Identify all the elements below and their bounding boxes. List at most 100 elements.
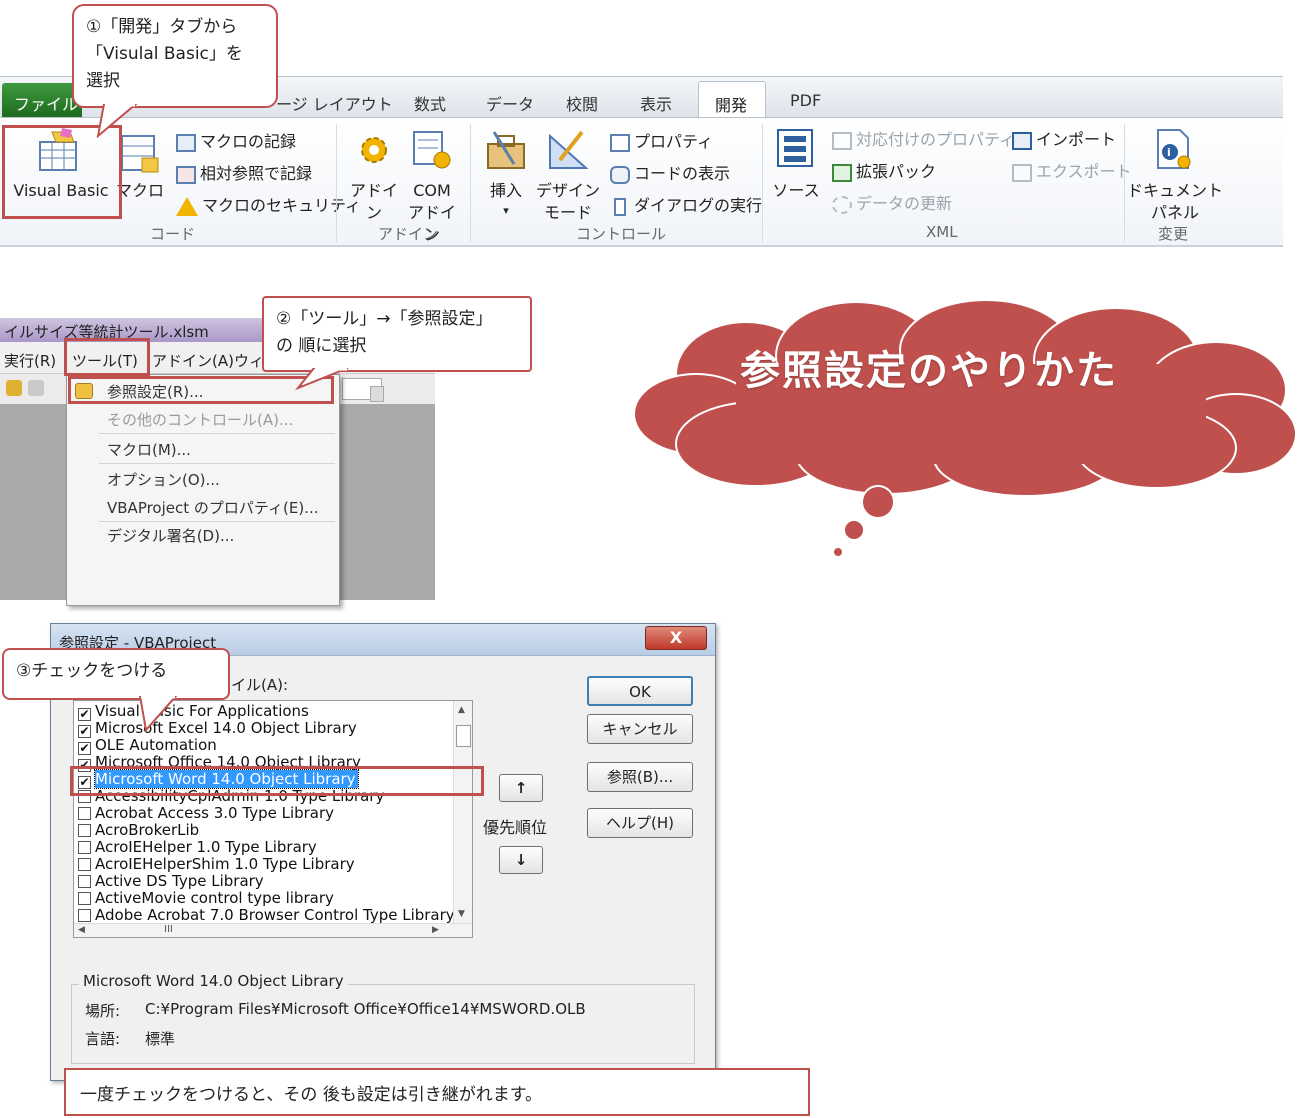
refresh-data-label: データの更新 <box>856 194 953 213</box>
reference-name: AcroIEHelper 1.0 Type Library <box>95 838 317 856</box>
callout-step-1-line-3: 選択 <box>86 71 120 91</box>
close-button[interactable]: X <box>645 626 707 650</box>
menu-item-additional-controls[interactable]: その他のコントロール(A)... <box>107 409 293 430</box>
view-code-icon <box>610 165 630 184</box>
relative-reference-button[interactable]: 相対参照で記録 <box>176 160 312 184</box>
vertical-scrollbar[interactable]: ▲ ▼ <box>453 701 472 923</box>
tab-formulas[interactable]: 数式 <box>414 91 446 115</box>
expansion-packs-icon <box>832 163 852 182</box>
checkbox-icon[interactable] <box>78 892 91 905</box>
refresh-data-button[interactable]: データの更新 <box>832 190 952 214</box>
browse-button[interactable]: 参照(B)... <box>587 762 693 792</box>
expansion-packs-button[interactable]: 拡張パック <box>832 158 936 182</box>
view-code-label: コードの表示 <box>634 164 731 183</box>
tab-pdf[interactable]: PDF <box>790 91 821 110</box>
callout-step-1-line-1: ①「開発」タブから <box>86 17 238 37</box>
run-dialog-button[interactable]: ダイアログの実行 <box>610 192 762 216</box>
insert-control-button[interactable]: 挿入 ▾ <box>478 122 534 222</box>
checkbox-icon[interactable] <box>78 807 91 820</box>
com-addin-icon <box>413 131 451 169</box>
cloud-title: 参照設定のやりかた <box>740 348 1118 394</box>
document-panel-label-1: ドキュメント <box>1126 181 1223 200</box>
macro-label: マクロ <box>116 181 165 200</box>
reference-row[interactable]: AcroIEHelperShim 1.0 Type Library <box>78 856 355 873</box>
menu-addins[interactable]: アドイン(A) <box>152 350 234 371</box>
scroll-down-arrow[interactable]: ▼ <box>458 909 465 919</box>
scroll-up-arrow[interactable]: ▲ <box>458 705 465 715</box>
toolbar-dropdown-arrow[interactable] <box>370 386 384 402</box>
export-button[interactable]: エクスポート <box>1012 158 1132 182</box>
tab-review[interactable]: 校閲 <box>566 91 598 115</box>
macro-security-button[interactable]: マクロのセキュリティ <box>176 192 361 216</box>
checkbox-icon[interactable] <box>78 841 91 854</box>
reference-row[interactable]: ✔ Visual Basic For Applications <box>78 703 309 721</box>
checkbox-icon[interactable] <box>78 875 91 888</box>
title-cloud <box>633 299 1297 558</box>
refresh-icon <box>832 195 852 214</box>
menu-run[interactable]: 実行(R) <box>4 350 56 371</box>
map-properties-button[interactable]: 対応付けのプロパティ <box>832 126 1015 150</box>
menu-item-digital-signature[interactable]: デジタル署名(D)... <box>107 525 234 546</box>
menu-separator <box>99 521 335 522</box>
toolbar-icon[interactable] <box>28 380 44 396</box>
macro-icon <box>121 135 159 173</box>
properties-icon <box>610 133 630 152</box>
svg-text:i: i <box>1167 146 1171 159</box>
references-list[interactable]: ✔ Visual Basic For Applications ✔ Microsoft… <box>73 700 473 938</box>
horizontal-scrollbar[interactable]: ◀ III ▶ <box>74 923 472 937</box>
record-macro-label: マクロの記録 <box>200 132 297 151</box>
scroll-thumb[interactable] <box>456 725 471 747</box>
menu-item-macros[interactable]: マクロ(M)... <box>107 439 191 460</box>
selected-reference-name: Microsoft Word 14.0 Object Library <box>79 972 348 990</box>
priority-down-button[interactable]: ↓ <box>499 846 543 874</box>
reference-row[interactable]: AcroBrokerLib <box>78 822 199 839</box>
callout-step-2-line-1: ②「ツール」→「参照設定」 <box>276 309 493 329</box>
reference-row[interactable]: ✔ OLE Automation <box>78 737 217 755</box>
reference-name: AcroIEHelperShim 1.0 Type Library <box>95 855 355 873</box>
help-button[interactable]: ヘルプ(H) <box>587 808 693 838</box>
checkbox-icon[interactable] <box>78 909 91 922</box>
tab-file[interactable]: ファイル <box>2 83 82 117</box>
menu-window[interactable]: ウィ <box>234 350 264 371</box>
tools-menu-highlight <box>64 338 150 376</box>
xml-source-button[interactable]: ソース <box>768 122 824 218</box>
reference-row[interactable]: Adobe Acrobat 7.0 Browser Control Type L… <box>78 907 455 924</box>
design-mode-button[interactable]: デザイン モード <box>536 122 600 222</box>
reference-name: AcroBrokerLib <box>95 821 200 839</box>
menu-item-options[interactable]: オプション(O)... <box>107 469 220 490</box>
cancel-button[interactable]: キャンセル <box>587 714 693 744</box>
ok-button[interactable]: OK <box>587 676 693 706</box>
checkbox-icon[interactable] <box>78 858 91 871</box>
reference-row[interactable]: ActiveMovie control type library <box>78 890 334 907</box>
scroll-right-arrow[interactable]: ▶ <box>432 925 439 935</box>
view-code-button[interactable]: コードの表示 <box>610 160 730 184</box>
document-panel-button[interactable]: i ドキュメント パネル <box>1127 122 1223 222</box>
priority-up-button[interactable]: ↑ <box>499 774 543 802</box>
group-label-xml: XML <box>926 223 958 241</box>
reference-name: Acrobat Access 3.0 Type Library <box>95 804 335 822</box>
record-macro-button[interactable]: マクロの記録 <box>176 128 296 152</box>
note-box: 一度チェックをつけると、その 後も設定は引き継がれます。 <box>64 1068 810 1116</box>
addin-button[interactable]: アドイン <box>344 122 404 222</box>
tab-data[interactable]: データ <box>486 91 534 115</box>
callout-step-1-line-2: 「Visulal Basic」を <box>86 44 243 64</box>
reference-row[interactable]: Active DS Type Library <box>78 873 264 890</box>
toolbox-icon <box>487 131 525 169</box>
checkbox-icon[interactable] <box>78 824 91 837</box>
reference-row[interactable]: ✔ Microsoft Excel 14.0 Object Library <box>78 720 357 738</box>
tab-view[interactable]: 表示 <box>640 91 672 115</box>
hscroll-thumb-grip[interactable]: III <box>164 924 173 935</box>
reference-row[interactable]: Acrobat Access 3.0 Type Library <box>78 805 334 822</box>
toolbar-icon[interactable] <box>6 380 22 396</box>
import-button[interactable]: インポート <box>1012 126 1116 150</box>
reference-row[interactable]: AcroIEHelper 1.0 Type Library <box>78 839 317 856</box>
menu-item-project-properties[interactable]: VBAProject のプロパティ(E)... <box>107 497 319 518</box>
properties-button[interactable]: プロパティ <box>610 128 713 152</box>
group-label-modify: 変更 <box>1158 225 1189 243</box>
tab-page-layout[interactable]: ージ レイアウト <box>276 91 393 115</box>
thought-bubble-small <box>832 546 844 558</box>
tab-developer[interactable]: 開発 <box>698 81 766 121</box>
com-addin-button[interactable]: COM アドイン <box>404 122 460 244</box>
scroll-left-arrow[interactable]: ◀ <box>78 925 85 935</box>
dropdown-arrow-icon: ▾ <box>503 204 509 217</box>
